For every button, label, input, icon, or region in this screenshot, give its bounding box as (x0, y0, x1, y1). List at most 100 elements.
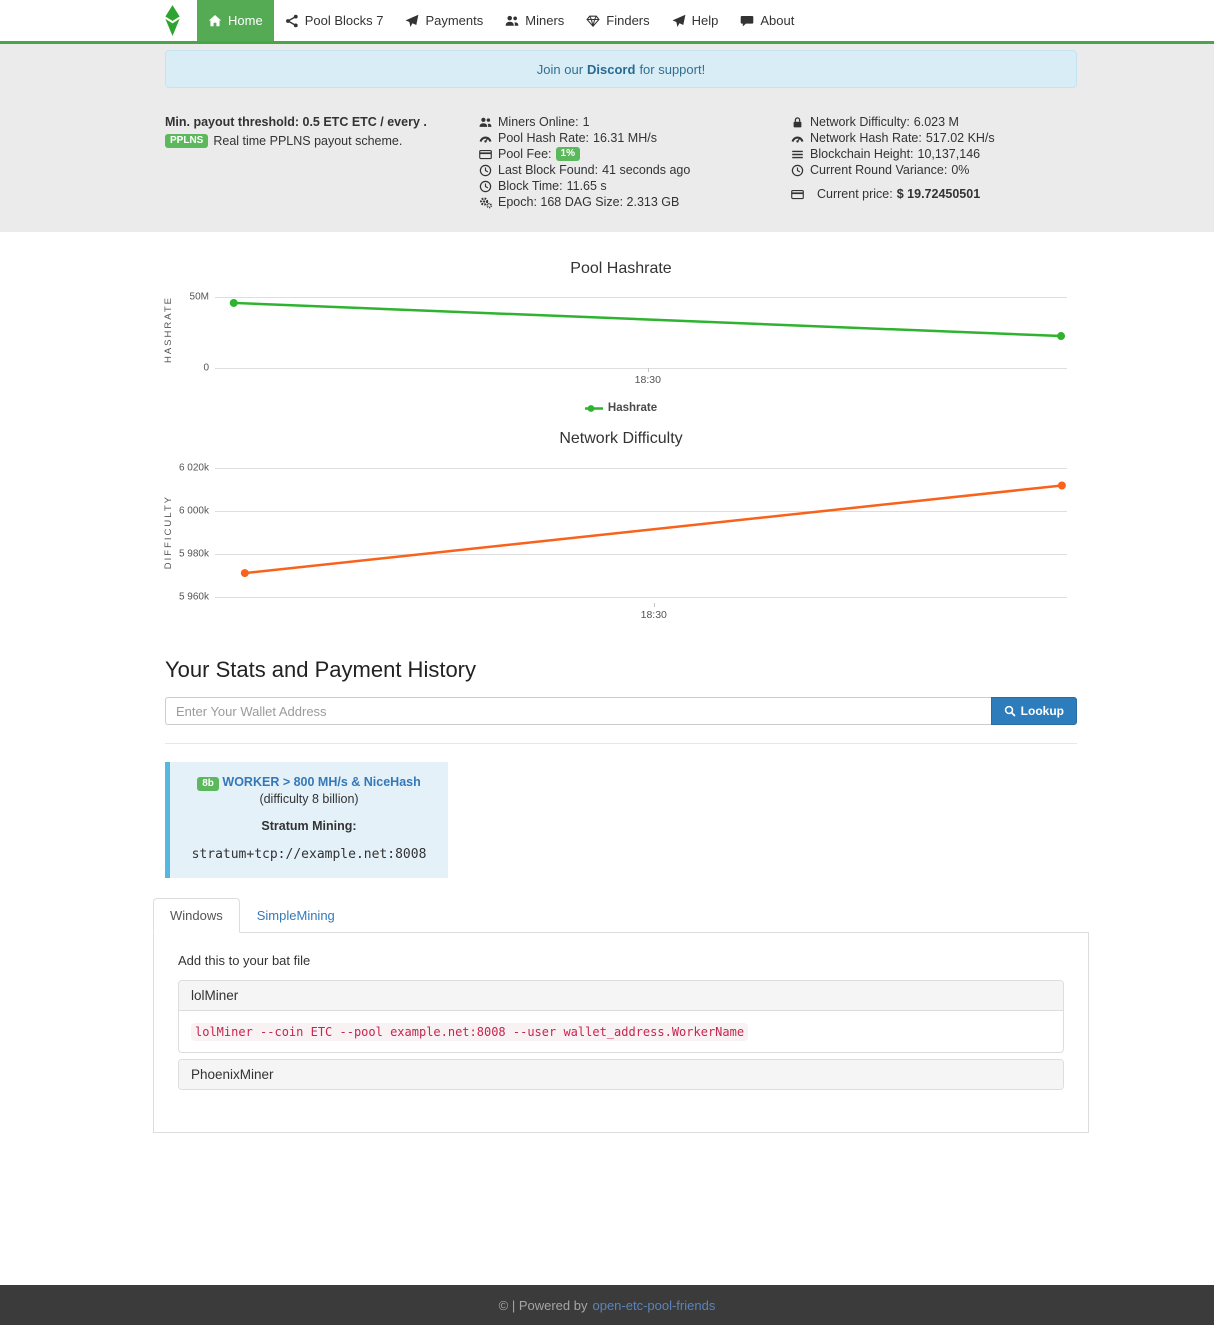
tacho-icon (478, 132, 493, 145)
etc-logo-icon (163, 5, 182, 36)
network-difficulty-chart: Network DifficultyDIFFICULTY6 020k6 000k… (153, 430, 1089, 627)
worker-title: WORKER > 800 MH/s & NiceHash (222, 775, 420, 789)
stats-grid: Min. payout threshold: 0.5 ETC ETC / eve… (153, 114, 1089, 210)
footer: © | Powered by open-etc-pool-friends (0, 1285, 1214, 1325)
panel-header-phoenixminer[interactable]: PhoenixMiner (179, 1060, 1063, 1089)
cogs-icon (478, 196, 493, 209)
footer-link[interactable]: open-etc-pool-friends (592, 1298, 715, 1313)
stat-network-hash-rate: Network Hash Rate:517.02 KH/s (790, 130, 1077, 146)
stratum-label: Stratum Mining: (176, 819, 442, 833)
wallet-lookup: Lookup (165, 697, 1077, 725)
chart-title: Pool Hashrate (153, 260, 1089, 278)
payout-threshold: Min. payout threshold: 0.5 ETC ETC / eve… (165, 114, 478, 130)
wallet-address-input[interactable] (165, 697, 991, 725)
data-point (241, 569, 249, 577)
difficulty-badge: 8b (197, 777, 219, 791)
legend-item: Hashrate (585, 402, 657, 414)
pplns-badge: PPLNS (165, 134, 208, 148)
users-icon (478, 116, 493, 129)
pool-hashrate-chart: Pool Hashrate HASHRATE 50M 0 18:30 Hashrate (153, 260, 1089, 414)
banner-text-suffix: for support! (639, 62, 705, 77)
nav-item-miners[interactable]: Miners (494, 0, 575, 41)
card-icon (790, 188, 805, 201)
miner-panel-phoenixminer: PhoenixMiner (178, 1059, 1064, 1090)
clock-icon (790, 164, 805, 177)
miner-command: lolMiner --coin ETC --pool example.net:8… (191, 1023, 748, 1041)
data-point (1057, 332, 1065, 340)
panel-body: lolMiner --coin ETC --pool example.net:8… (179, 1010, 1063, 1052)
navbar: HomePool Blocks 7PaymentsMinersFindersHe… (0, 0, 1214, 44)
fee-badge: 1% (556, 147, 580, 161)
nav-item-pool-blocks-7[interactable]: Pool Blocks 7 (274, 0, 395, 41)
worker-subtitle: (difficulty 8 billion) (176, 792, 442, 806)
navbar-items: HomePool Blocks 7PaymentsMinersFindersHe… (197, 0, 805, 41)
data-point (1058, 482, 1066, 490)
nav-item-about[interactable]: About (729, 0, 805, 41)
y-tick-label: 0 (203, 363, 209, 374)
discord-banner: Join our Discord for support! (165, 50, 1077, 88)
x-axis: 18:30 (215, 368, 1067, 392)
miner-panel-lolminer: lolMiner lolMiner --coin ETC --pool examp… (178, 980, 1064, 1053)
search-icon (1004, 705, 1016, 717)
footer-text: © | Powered by (499, 1298, 588, 1313)
y-axis-label: DIFFICULTY (161, 462, 175, 603)
y-tick-label: 6 000k (179, 506, 209, 517)
stats-strip: Join our Discord for support! Min. payou… (0, 44, 1214, 232)
series-line (215, 462, 1067, 603)
stratum-url: stratum+tcp://example.net:8008 (176, 847, 442, 862)
share-icon (285, 14, 299, 28)
plane-icon (672, 14, 686, 28)
stat-current-price: Current price:$ 19.72450501 (790, 186, 1077, 202)
nav-item-help[interactable]: Help (661, 0, 730, 41)
banner-text-prefix: Join our (537, 62, 583, 77)
tab-simplemining[interactable]: SimpleMining (240, 898, 352, 933)
chart-legend: Hashrate (153, 402, 1089, 414)
plot-area (215, 462, 1067, 603)
card-icon (478, 148, 493, 161)
payout-info: Min. payout threshold: 0.5 ETC ETC / eve… (165, 114, 478, 149)
stat-network-difficulty: Network Difficulty:6.023 M (790, 114, 1077, 130)
x-axis: 18:30 (215, 603, 1067, 627)
payout-scheme: Real time PPLNS payout scheme. (213, 133, 402, 149)
x-tick-label: 18:30 (641, 609, 667, 621)
tacho-icon (790, 132, 805, 145)
stat-pool-fee: Pool Fee:1% (478, 146, 790, 162)
nav-item-home[interactable]: Home (197, 0, 274, 41)
nav-item-payments[interactable]: Payments (394, 0, 494, 41)
nav-item-finders[interactable]: Finders (575, 0, 660, 41)
stat-current-round-variance: Current Round Variance:0% (790, 162, 1077, 178)
stat-last-block-found: Last Block Found:41 seconds ago (478, 162, 790, 178)
x-tick (648, 368, 649, 372)
y-tick-label: 5 960k (179, 591, 209, 602)
y-tick-label: 5 980k (179, 548, 209, 559)
tab-windows[interactable]: Windows (153, 898, 240, 933)
y-axis-label: HASHRATE (161, 292, 175, 368)
panel-header-lolminer[interactable]: lolMiner (179, 981, 1063, 1010)
x-tick-label: 18:30 (635, 374, 661, 386)
worker-info-box: 8b WORKER > 800 MH/s & NiceHash (difficu… (165, 762, 448, 878)
users-icon (505, 14, 519, 28)
x-tick (654, 603, 655, 607)
brand-logo[interactable] (153, 0, 197, 41)
gem-icon (586, 14, 600, 28)
stat-pool-hash-rate: Pool Hash Rate:16.31 MH/s (478, 130, 790, 146)
y-tick-label: 50M (190, 291, 209, 302)
home-icon (208, 14, 222, 28)
clock-icon (478, 164, 493, 177)
network-stats: Network Difficulty:6.023 MNetwork Hash R… (790, 114, 1077, 202)
lock-icon (790, 116, 805, 129)
chart-title: Network Difficulty (153, 430, 1089, 448)
bars-icon (790, 148, 805, 161)
stat-miners-online: Miners Online:1 (478, 114, 790, 130)
data-point (230, 299, 238, 307)
pool-stats: Miners Online:1Pool Hash Rate:16.31 MH/s… (478, 114, 790, 210)
lookup-button[interactable]: Lookup (991, 697, 1077, 725)
stats-heading: Your Stats and Payment History (165, 657, 1077, 683)
stat-epoch-168-dag-size-2-313-gb: Epoch: 168 DAG Size: 2.313 GB (478, 194, 790, 210)
miner-tabs: WindowsSimpleMining (153, 898, 1089, 932)
discord-link[interactable]: Discord (587, 62, 635, 77)
plane-icon (405, 14, 419, 28)
legend-marker (585, 404, 603, 413)
stat-block-time: Block Time:11.65 s (478, 178, 790, 194)
miner-panels: lolMiner lolMiner --coin ETC --pool examp… (178, 980, 1064, 1090)
